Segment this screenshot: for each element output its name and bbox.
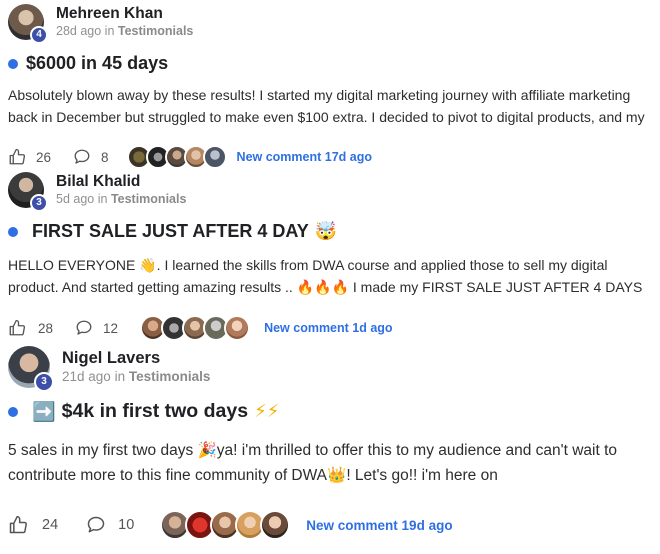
post-actions: 26 8 New comment 17d ago [8,145,372,169]
post-time: 21d ago [62,369,111,384]
meta-in: in [104,24,115,38]
post-time: 5d ago [56,192,95,206]
thumbs-up-icon [9,319,26,336]
avatar[interactable]: 4 [8,4,48,44]
post-category[interactable]: Testimonials [111,192,186,206]
comment-bubble-icon [76,320,92,335]
post-author-row: 3 Bilal Khalid 5d ago in Testimonials [8,172,186,212]
level-badge: 3 [30,194,48,212]
post-time: 28d ago [56,24,102,38]
comment-button[interactable]: 10 [86,515,134,535]
post-author-row: 3 Nigel Lavers 21d ago in Testimonials [8,346,210,392]
author-name[interactable]: Mehreen Khan [56,5,193,23]
post-title[interactable]: $6000 in 45 days [26,53,168,74]
new-comment-link[interactable]: New comment 17d ago [237,150,372,164]
new-comment-link[interactable]: New comment 19d ago [306,518,452,533]
post-title-row[interactable]: FIRST SALE JUST AFTER 4 DAY 🤯 [8,221,337,242]
like-count: 24 [42,517,59,533]
comment-count: 10 [118,517,135,533]
post-author-row: 4 Mehreen Khan 28d ago in Testimonials [8,4,193,44]
post-actions: 24 10 New comment 19d ago [8,510,453,540]
thumbs-up-icon [9,515,27,534]
thumbs-up-icon [9,148,26,165]
post-meta: 5d ago in Testimonials [56,191,186,207]
level-badge: 3 [34,372,54,392]
comment-bubble-icon [87,516,105,533]
new-comment-link[interactable]: New comment 1d ago [264,321,393,335]
comment-button[interactable]: 12 [75,319,118,337]
post-card[interactable]: 3 Bilal Khalid 5d ago in Testimonials FI… [0,168,660,341]
level-badge: 4 [30,26,48,44]
like-count: 28 [38,320,54,336]
author-info: Nigel Lavers 21d ago in Testimonials [62,348,210,386]
post-title-row[interactable]: $6000 in 45 days [8,53,168,74]
meta-in: in [114,369,126,384]
like-button[interactable]: 28 [8,319,53,337]
title-emoji: ⚡⚡ [254,401,280,422]
post-meta: 28d ago in Testimonials [56,23,193,39]
author-name[interactable]: Bilal Khalid [56,173,186,191]
meta-in: in [97,192,108,206]
avatar[interactable]: 3 [8,346,54,392]
post-card[interactable]: 4 Mehreen Khan 28d ago in Testimonials $… [0,0,660,169]
post-body[interactable]: HELLO EVERYONE 👋. I learned the skills f… [8,254,658,298]
avatar[interactable]: 3 [8,172,48,212]
comment-count: 12 [103,320,119,336]
like-button[interactable]: 24 [8,515,58,535]
post-title[interactable]: $4k in first two days [62,400,248,423]
title-emoji: 🤯 [314,221,338,242]
post-title[interactable]: FIRST SALE JUST AFTER 4 DAY [32,221,309,242]
like-count: 26 [36,149,52,165]
unread-dot [8,58,18,69]
arrow-right-icon: ➡️ [32,401,56,423]
commenter-avatar [202,145,227,169]
unread-dot [8,226,18,237]
commenter-avatar [260,510,291,540]
author-name[interactable]: Nigel Lavers [62,348,210,368]
post-category[interactable]: Testimonials [129,369,211,384]
recent-commenters[interactable] [126,145,227,169]
post-body[interactable]: 5 sales in my first two days 🎉ya! i'm th… [8,438,648,490]
post-title-row[interactable]: ➡️ $4k in first two days ⚡⚡ [8,400,279,423]
post-meta: 21d ago in Testimonials [62,368,210,386]
post-category[interactable]: Testimonials [118,24,193,38]
like-button[interactable]: 26 [8,148,51,166]
unread-dot [8,406,18,417]
comment-bubble-icon [74,149,90,164]
comment-button[interactable]: 8 [73,148,109,166]
author-info: Bilal Khalid 5d ago in Testimonials [56,173,186,207]
comment-count: 8 [101,149,109,165]
post-body[interactable]: Absolutely blown away by these results! … [8,84,658,128]
recent-commenters[interactable] [160,510,291,540]
post-card[interactable]: 3 Nigel Lavers 21d ago in Testimonials ➡… [0,338,660,554]
author-info: Mehreen Khan 28d ago in Testimonials [56,5,193,39]
